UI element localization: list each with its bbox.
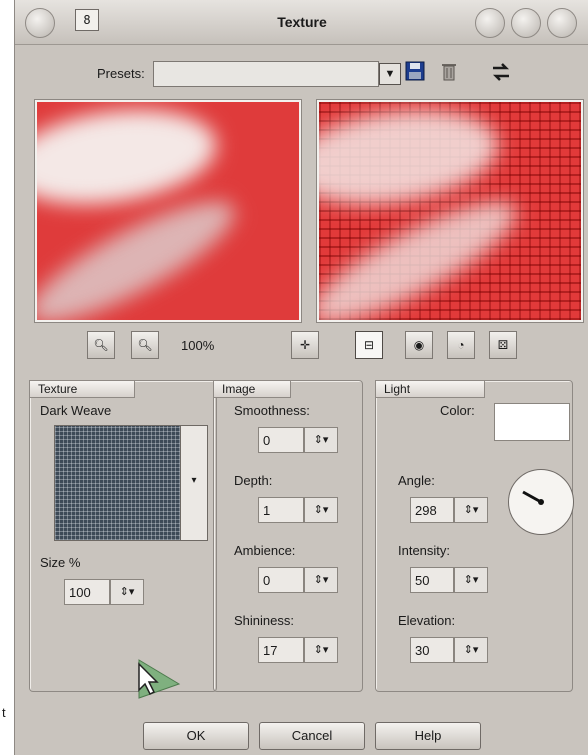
pan-button[interactable]: ✛: [291, 331, 319, 359]
ok-button[interactable]: OK: [143, 722, 249, 750]
size-label: Size %: [40, 555, 81, 570]
image-panel-title: Image: [213, 380, 291, 398]
zoom-level: 100%: [181, 338, 215, 353]
highlight-streak: [319, 102, 505, 217]
trash-can-icon: [442, 64, 456, 81]
angle-label: Angle:: [398, 473, 435, 488]
angle-field[interactable]: 298: [410, 497, 454, 523]
chevron-down-icon: ▼: [384, 68, 396, 80]
dice-icon: ⚄: [497, 338, 509, 352]
light-panel-title: Light: [375, 380, 485, 398]
light-color-swatch[interactable]: [494, 403, 570, 441]
swap-arrows-icon: [492, 63, 510, 81]
texture-dialog: 8 Texture Presets: ▼ 🔍︎ 🔍︎ 100% ✛ ⊟ ◉ ◔ …: [14, 0, 588, 755]
texture-panel: Texture Dark Weave ▾ Size % 100 ⇕▾: [29, 380, 217, 692]
zoom-out-button[interactable]: 🔍︎: [131, 331, 159, 359]
delete-preset-button[interactable]: [437, 61, 461, 85]
eye-icon: ◔: [457, 338, 465, 352]
title-bar: 8 Texture: [15, 0, 588, 45]
zoom-in-button[interactable]: 🔍︎: [87, 331, 115, 359]
depth-label: Depth:: [234, 473, 273, 488]
presets-label: Presets:: [97, 66, 145, 81]
minimize-button[interactable]: [475, 8, 505, 38]
color-label: Color:: [440, 403, 475, 418]
mouse-pointer-icon: [138, 659, 181, 699]
close-button[interactable]: [547, 8, 577, 38]
floppy-disk-icon: [405, 61, 425, 81]
depth-spinner[interactable]: ⇕▾: [304, 497, 338, 523]
toggle-preview-button[interactable]: ⊟: [355, 331, 383, 359]
magnifier-plus-icon: 🔍︎: [93, 338, 109, 352]
magnifier-minus-icon: 🔍︎: [137, 338, 153, 352]
presets-combo[interactable]: [153, 61, 379, 87]
texture-panel-title: Texture: [29, 380, 135, 398]
size-field[interactable]: 100: [64, 579, 110, 605]
dial-needle-icon: [522, 490, 544, 505]
depth-field[interactable]: 1: [258, 497, 304, 523]
angle-spinner[interactable]: ⇕▾: [454, 497, 488, 523]
elevation-spinner[interactable]: ⇕▾: [454, 637, 488, 663]
intensity-field[interactable]: 50: [410, 567, 454, 593]
angle-dial[interactable]: [508, 469, 574, 535]
elevation-label: Elevation:: [398, 613, 456, 628]
shininess-label: Shininess:: [234, 613, 294, 628]
split-view-icon: ⊟: [363, 338, 375, 352]
maximize-button[interactable]: [511, 8, 541, 38]
cancel-button[interactable]: Cancel: [259, 722, 365, 750]
auto-proof-button[interactable]: ◔: [447, 331, 475, 359]
result-preview[interactable]: [317, 100, 583, 322]
presets-dropdown-button[interactable]: ▼: [379, 63, 401, 85]
ambience-spinner[interactable]: ⇕▾: [304, 567, 338, 593]
camera-icon: ◉: [413, 338, 425, 352]
elevation-field[interactable]: 30: [410, 637, 454, 663]
help-button[interactable]: Help: [375, 722, 481, 750]
texture-name-label: Dark Weave: [40, 403, 112, 418]
texture-dropdown-button[interactable]: ▾: [180, 425, 208, 541]
background-edge-text: t: [2, 705, 6, 720]
intensity-label: Intensity:: [398, 543, 451, 558]
shininess-spinner[interactable]: ⇕▾: [304, 637, 338, 663]
light-panel: Light Color: Angle: 298 ⇕▾ Intensity: 50…: [375, 380, 574, 692]
texture-swatch[interactable]: [54, 425, 182, 541]
intensity-spinner[interactable]: ⇕▾: [454, 567, 488, 593]
caret-down-icon: ▾: [191, 475, 197, 486]
original-preview[interactable]: [35, 100, 301, 322]
smoothness-label: Smoothness:: [234, 403, 310, 418]
reset-button[interactable]: ⚄: [489, 331, 517, 359]
save-preset-button[interactable]: [403, 61, 427, 85]
shininess-field[interactable]: 17: [258, 637, 304, 663]
randomize-button[interactable]: [489, 61, 513, 85]
smoothness-field[interactable]: 0: [258, 427, 304, 453]
smoothness-spinner[interactable]: ⇕▾: [304, 427, 338, 453]
ambience-label: Ambience:: [234, 543, 296, 558]
highlight-streak: [37, 102, 223, 217]
proof-button[interactable]: ◉: [405, 331, 433, 359]
size-spinner[interactable]: ⇕▾: [110, 579, 144, 605]
ambience-field[interactable]: 0: [258, 567, 304, 593]
move-cross-icon: ✛: [299, 338, 311, 352]
image-panel: Image Smoothness: 0 ⇕▾ Depth: 1 ⇕▾ Ambie…: [213, 380, 363, 692]
